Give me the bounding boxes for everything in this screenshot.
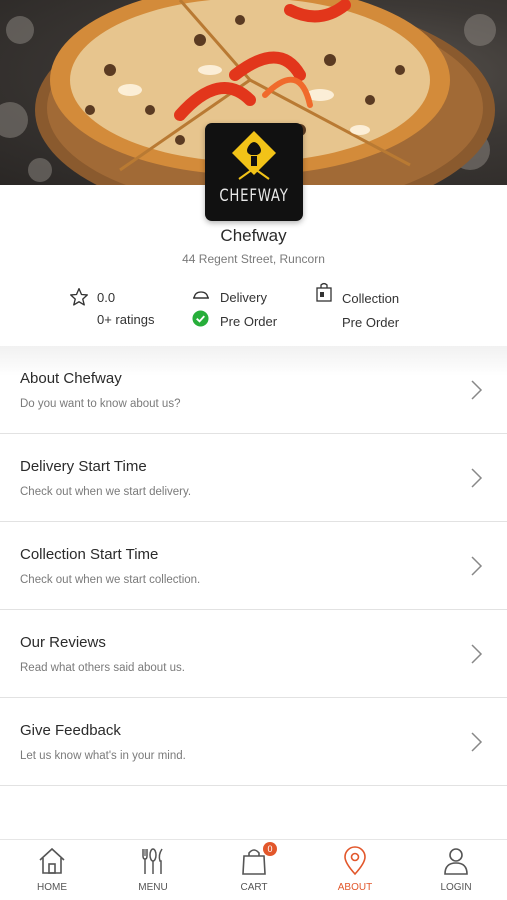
delivery-icon	[193, 291, 209, 299]
rating-value: 0.0	[97, 290, 116, 305]
tab-menu[interactable]: MENU	[113, 840, 193, 900]
menu-row-collection-start-time[interactable]: Collection Start Time Check out when we …	[0, 522, 507, 610]
chevron-right-icon	[471, 732, 483, 752]
store-address: 44 Regent Street, Runcorn	[182, 252, 325, 266]
tab-login[interactable]: LOGIN	[416, 840, 496, 900]
check-circle-icon	[192, 310, 209, 327]
menu-row-subtitle: Check out when we start delivery.	[20, 486, 192, 498]
delivery-preorder: Pre Order	[220, 314, 278, 329]
cart-count-badge: 0	[263, 842, 277, 856]
menu-row-subtitle: Let us know what's in your mind.	[20, 750, 186, 762]
menu-row-subtitle: Do you want to know about us?	[20, 398, 181, 410]
chevron-right-icon	[471, 556, 483, 576]
tab-home-label: HOME	[37, 882, 67, 893]
menu-row-our-reviews[interactable]: Our Reviews Read what others said about …	[0, 610, 507, 698]
bottom-tab-bar: HOME MENU CART ABOUT LOGIN	[0, 839, 507, 900]
menu-row-subtitle: Check out when we start collection.	[20, 574, 201, 586]
location-pin-icon	[344, 846, 366, 876]
store-logo: CHEFWAY	[205, 123, 303, 221]
menu-row-title: About Chefway	[20, 370, 122, 387]
tab-about-label: ABOUT	[337, 882, 373, 893]
menu-row-title: Our Reviews	[20, 634, 106, 651]
tab-cart[interactable]: CART	[214, 840, 294, 900]
menu-row-give-feedback[interactable]: Give Feedback Let us know what's in your…	[0, 698, 507, 786]
tab-menu-label: MENU	[138, 882, 168, 893]
collection-label: Collection	[342, 291, 400, 306]
menu-row-subtitle: Read what others said about us.	[20, 662, 185, 674]
home-icon	[39, 847, 65, 874]
menu-row-about[interactable]: About Chefway Do you want to know about …	[0, 346, 507, 434]
cutlery-icon	[142, 848, 163, 874]
ratings-count: 0+ ratings	[97, 312, 155, 327]
tab-cart-label: CART	[240, 882, 268, 893]
menu-row-delivery-start-time[interactable]: Delivery Start Time Check out when we st…	[0, 434, 507, 522]
delivery-label: Delivery	[220, 290, 267, 305]
chevron-right-icon	[471, 380, 483, 400]
menu-row-title: Collection Start Time	[20, 546, 159, 563]
chevron-right-icon	[471, 644, 483, 664]
collection-bag-icon	[316, 282, 332, 302]
tab-about[interactable]: ABOUT	[315, 840, 395, 900]
logo-wordmark: CHEFWAY	[219, 186, 289, 206]
menu-row-title: Give Feedback	[20, 722, 121, 739]
tab-home[interactable]: HOME	[12, 840, 92, 900]
star-icon	[70, 288, 89, 306]
user-icon	[444, 848, 468, 875]
store-name: Chefway	[220, 226, 287, 245]
chevron-right-icon	[471, 468, 483, 488]
menu-row-title: Delivery Start Time	[20, 458, 147, 475]
collection-preorder: Pre Order	[342, 315, 400, 330]
tab-login-label: LOGIN	[440, 882, 472, 893]
